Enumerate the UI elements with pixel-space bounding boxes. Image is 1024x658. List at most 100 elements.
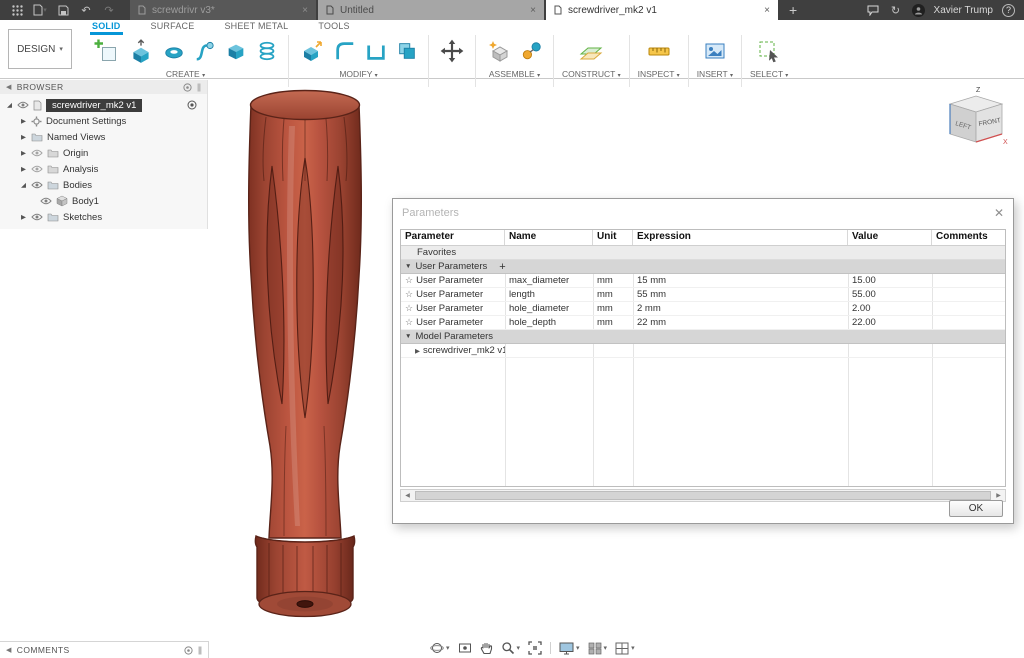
panel-handle-icon[interactable] bbox=[198, 646, 202, 655]
browser-item-root[interactable]: ◢ screwdriver_mk2 v1 bbox=[0, 97, 207, 113]
create-sketch-icon[interactable] bbox=[91, 36, 121, 66]
expand-icon[interactable]: ◢ bbox=[20, 181, 27, 189]
browser-item-document-settings[interactable]: ▶ Document Settings bbox=[0, 113, 207, 129]
visibility-eye-icon[interactable] bbox=[31, 165, 43, 173]
sweep-icon[interactable] bbox=[192, 38, 218, 64]
expand-icon[interactable]: ◢ bbox=[6, 101, 13, 109]
comments-panel[interactable]: ◀ COMMENTS bbox=[0, 641, 209, 658]
view-cube[interactable]: Z LEFT FRONT X bbox=[932, 84, 1010, 150]
scroll-left-icon[interactable]: ◀ bbox=[401, 490, 414, 501]
assemble-group-label[interactable]: ASSEMBLE ▾ bbox=[489, 69, 540, 79]
tab-sheet-metal[interactable]: SHEET METAL bbox=[222, 20, 290, 35]
user-name-label[interactable]: Xavier Trump bbox=[934, 5, 993, 16]
extrude-icon[interactable] bbox=[126, 36, 156, 66]
activate-component-icon[interactable] bbox=[187, 100, 197, 110]
select-group-label[interactable]: SELECT ▾ bbox=[750, 69, 788, 79]
new-component-icon[interactable] bbox=[484, 36, 514, 66]
panel-pin-icon[interactable] bbox=[183, 82, 192, 92]
orbit-tool[interactable]: ▾ bbox=[430, 641, 450, 655]
visibility-eye-icon[interactable] bbox=[31, 149, 43, 157]
ok-button[interactable]: OK bbox=[949, 500, 1003, 517]
parameter-comments-cell[interactable] bbox=[932, 302, 1005, 316]
notifications-icon[interactable]: ↻ bbox=[889, 3, 903, 17]
redo-icon[interactable]: ↷ bbox=[102, 3, 116, 17]
viewport-settings[interactable]: ▾ bbox=[615, 642, 635, 655]
expand-icon[interactable]: ▶ bbox=[20, 117, 27, 125]
root-node-label[interactable]: screwdriver_mk2 v1 bbox=[46, 98, 143, 112]
panel-handle-icon[interactable] bbox=[197, 83, 201, 92]
new-tab-button[interactable]: + bbox=[780, 0, 806, 20]
display-settings[interactable]: ▾ bbox=[559, 642, 580, 655]
parameter-expression-cell[interactable]: 55 mm bbox=[633, 288, 848, 302]
collapse-group-icon[interactable]: ▼ bbox=[405, 333, 411, 340]
favorite-star-icon[interactable]: ☆ bbox=[405, 275, 413, 286]
user-avatar[interactable] bbox=[911, 3, 925, 17]
file-menu-icon[interactable]: ▾ bbox=[33, 3, 47, 17]
browser-item-bodies[interactable]: ◢ Bodies bbox=[0, 177, 207, 193]
expand-icon[interactable]: ▶ bbox=[415, 347, 420, 355]
fillet-icon[interactable] bbox=[332, 38, 358, 64]
document-tab-3-active[interactable]: screwdriver_mk2 v1 × bbox=[546, 0, 778, 20]
visibility-eye-icon[interactable] bbox=[40, 197, 52, 205]
expand-icon[interactable]: ▶ bbox=[20, 133, 27, 141]
parameter-row[interactable]: ☆ User Parameter hole_diameter mm 2 mm 2.… bbox=[401, 302, 1005, 316]
zoom-tool[interactable]: ▾ bbox=[501, 641, 520, 655]
panel-pin-icon[interactable] bbox=[184, 645, 193, 655]
parameter-comments-cell[interactable] bbox=[932, 288, 1005, 302]
document-tab-1[interactable]: screwdrivr v3* × bbox=[130, 0, 316, 20]
comment-bubble-icon[interactable] bbox=[866, 3, 880, 17]
undo-icon[interactable]: ↶ bbox=[79, 3, 93, 17]
visibility-eye-icon[interactable] bbox=[17, 101, 29, 109]
expand-icon[interactable]: ▶ bbox=[20, 149, 27, 157]
browser-header[interactable]: ◀ BROWSER bbox=[0, 80, 207, 94]
visibility-eye-icon[interactable] bbox=[31, 213, 43, 221]
insert-canvas-icon[interactable] bbox=[700, 36, 730, 66]
expand-icon[interactable]: ▶ bbox=[20, 165, 27, 173]
column-header[interactable]: Name bbox=[505, 230, 593, 245]
favorite-star-icon[interactable]: ☆ bbox=[405, 289, 413, 300]
parameter-expression-cell[interactable]: 15 mm bbox=[633, 274, 848, 288]
move-copy-icon[interactable] bbox=[437, 36, 467, 66]
fit-tool[interactable] bbox=[528, 641, 542, 655]
browser-item-sketches[interactable]: ▶ Sketches bbox=[0, 209, 207, 225]
favorite-star-icon[interactable]: ☆ bbox=[405, 303, 413, 314]
browser-item-origin[interactable]: ▶ Origin bbox=[0, 145, 207, 161]
document-tab-2[interactable]: Untitled × bbox=[318, 0, 544, 20]
collapse-panel-icon[interactable]: ◀ bbox=[6, 646, 12, 654]
coil-icon[interactable] bbox=[254, 38, 280, 64]
close-tab-icon[interactable]: × bbox=[302, 5, 308, 16]
add-parameter-button[interactable]: + bbox=[499, 261, 505, 273]
construct-plane-icon[interactable] bbox=[576, 36, 606, 66]
parameter-name-cell[interactable]: max_diameter bbox=[505, 274, 593, 288]
grid-layout-settings[interactable]: ▾ bbox=[588, 642, 607, 655]
help-icon[interactable]: ? bbox=[1002, 3, 1015, 17]
close-tab-icon[interactable]: × bbox=[764, 5, 770, 16]
insert-group-label[interactable]: INSERT ▾ bbox=[697, 69, 733, 79]
dialog-titlebar[interactable]: Parameters ✕ bbox=[393, 199, 1013, 227]
screwdriver-model[interactable] bbox=[226, 86, 384, 631]
joint-icon[interactable] bbox=[519, 38, 545, 64]
tab-surface[interactable]: SURFACE bbox=[149, 20, 197, 35]
select-icon[interactable] bbox=[754, 36, 784, 66]
horizontal-scrollbar[interactable]: ◀ ▶ bbox=[400, 489, 1006, 502]
parameter-name-cell[interactable]: length bbox=[505, 288, 593, 302]
tab-tools[interactable]: TOOLS bbox=[316, 20, 351, 35]
parameter-comments-cell[interactable] bbox=[932, 274, 1005, 288]
column-header[interactable]: Expression bbox=[633, 230, 848, 245]
browser-item-named-views[interactable]: ▶ Named Views bbox=[0, 129, 207, 145]
collapse-panel-icon[interactable]: ◀ bbox=[6, 83, 12, 91]
browser-item-analysis[interactable]: ▶ Analysis bbox=[0, 161, 207, 177]
column-header[interactable]: Value bbox=[848, 230, 932, 245]
user-parameters-group-row[interactable]: ▼ User Parameters + bbox=[401, 260, 1005, 274]
shell-icon[interactable] bbox=[363, 38, 389, 64]
press-pull-icon[interactable] bbox=[297, 36, 327, 66]
favorite-star-icon[interactable]: ☆ bbox=[405, 317, 413, 328]
workspace-selector[interactable]: DESIGN ▾ bbox=[8, 29, 72, 69]
construct-group-label[interactable]: CONSTRUCT ▾ bbox=[562, 69, 621, 79]
column-header[interactable]: Comments bbox=[932, 230, 1005, 245]
app-grid-icon[interactable] bbox=[10, 3, 24, 17]
model-component-row[interactable]: ▶ screwdriver_mk2 v1 bbox=[401, 344, 1005, 358]
parameter-comments-cell[interactable] bbox=[932, 316, 1005, 330]
parameter-expression-cell[interactable]: 22 mm bbox=[633, 316, 848, 330]
visibility-eye-icon[interactable] bbox=[31, 181, 43, 189]
